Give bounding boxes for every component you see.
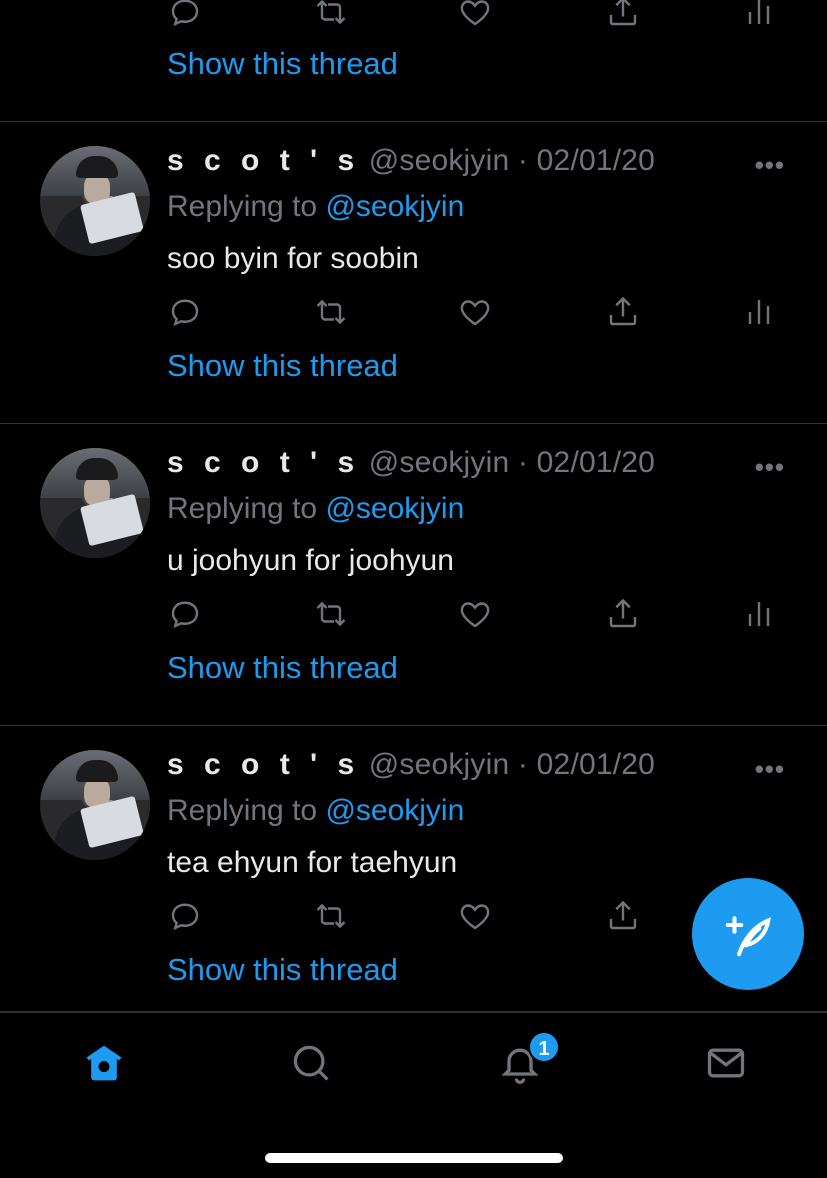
- reply-icon[interactable]: [167, 898, 203, 934]
- tweet-partial[interactable]: Show this thread: [0, 0, 827, 122]
- like-icon[interactable]: [457, 596, 493, 632]
- analytics-icon[interactable]: [741, 294, 777, 330]
- replying-to-label: Replying to: [167, 492, 326, 525]
- home-indicator[interactable]: [265, 1153, 563, 1163]
- more-options-icon[interactable]: •••: [755, 150, 785, 181]
- reply-icon[interactable]: [167, 294, 203, 330]
- separator: ·: [517, 748, 529, 781]
- separator: ·: [517, 144, 529, 177]
- tweet-actions: [167, 0, 787, 34]
- retweet-icon[interactable]: [313, 294, 349, 330]
- tweet-date[interactable]: 02/01/20: [537, 144, 655, 177]
- home-icon[interactable]: [82, 1041, 126, 1085]
- like-icon[interactable]: [457, 0, 493, 30]
- avatar[interactable]: [40, 750, 150, 860]
- replying-to-label: Replying to: [167, 794, 326, 827]
- more-options-icon[interactable]: •••: [755, 754, 785, 785]
- tweet-date[interactable]: 02/01/20: [537, 446, 655, 479]
- replying-to: Replying to @seokjyin: [167, 492, 464, 526]
- tweet-header: s c o t ' s @seokjyin · 02/01/20: [167, 446, 655, 480]
- replying-to-label: Replying to: [167, 190, 326, 223]
- display-name[interactable]: s c o t ' s: [167, 144, 360, 177]
- mention-link[interactable]: @seokjyin: [325, 794, 464, 827]
- tweet[interactable]: s c o t ' s @seokjyin · 02/01/20 ••• Rep…: [0, 424, 827, 726]
- mention-link[interactable]: @seokjyin: [325, 492, 464, 525]
- tweet-text: tea ehyun for taehyun: [167, 846, 458, 879]
- user-handle[interactable]: @seokjyin: [369, 144, 510, 177]
- share-icon[interactable]: [605, 898, 641, 934]
- mention-link[interactable]: @seokjyin: [325, 190, 464, 223]
- share-icon[interactable]: [605, 596, 641, 632]
- user-handle[interactable]: @seokjyin: [369, 748, 510, 781]
- compose-tweet-button[interactable]: [692, 878, 804, 990]
- tweet-header: s c o t ' s @seokjyin · 02/01/20: [167, 748, 655, 782]
- separator: ·: [517, 446, 529, 479]
- compose-feather-icon: [725, 916, 771, 957]
- analytics-icon[interactable]: [741, 0, 777, 30]
- tweet-header: s c o t ' s @seokjyin · 02/01/20: [167, 144, 655, 178]
- show-thread-link[interactable]: Show this thread: [167, 952, 398, 988]
- more-options-icon[interactable]: •••: [755, 452, 785, 483]
- tweet[interactable]: s c o t ' s @seokjyin · 02/01/20 ••• Rep…: [0, 726, 827, 1012]
- tweet[interactable]: s c o t ' s @seokjyin · 02/01/20 ••• Rep…: [0, 122, 827, 424]
- show-thread-link[interactable]: Show this thread: [167, 348, 398, 384]
- search-icon[interactable]: [289, 1041, 333, 1085]
- tweet-actions: [167, 596, 787, 636]
- tweet-actions: [167, 294, 787, 334]
- like-icon[interactable]: [457, 294, 493, 330]
- avatar[interactable]: [40, 448, 150, 558]
- retweet-icon[interactable]: [313, 596, 349, 632]
- user-handle[interactable]: @seokjyin: [369, 446, 510, 479]
- share-icon[interactable]: [605, 294, 641, 330]
- avatar[interactable]: [40, 146, 150, 256]
- tweet-text: soo byin for soobin: [167, 242, 419, 275]
- display-name[interactable]: s c o t ' s: [167, 748, 360, 781]
- replying-to: Replying to @seokjyin: [167, 794, 464, 828]
- retweet-icon[interactable]: [313, 898, 349, 934]
- retweet-icon[interactable]: [313, 0, 349, 30]
- messages-icon[interactable]: [704, 1041, 748, 1085]
- reply-icon[interactable]: [167, 0, 203, 30]
- notification-badge: 1: [528, 1031, 560, 1063]
- reply-icon[interactable]: [167, 596, 203, 632]
- analytics-icon[interactable]: [741, 596, 777, 632]
- share-icon[interactable]: [605, 0, 641, 30]
- show-thread-link[interactable]: Show this thread: [167, 46, 398, 82]
- tweet-date[interactable]: 02/01/20: [537, 748, 655, 781]
- show-thread-link[interactable]: Show this thread: [167, 650, 398, 686]
- display-name[interactable]: s c o t ' s: [167, 446, 360, 479]
- tweet-text: u joohyun for joohyun: [167, 544, 454, 577]
- timeline-feed[interactable]: Show this thread s c o t ' s @seokjyin ·…: [0, 0, 827, 1012]
- like-icon[interactable]: [457, 898, 493, 934]
- replying-to: Replying to @seokjyin: [167, 190, 464, 224]
